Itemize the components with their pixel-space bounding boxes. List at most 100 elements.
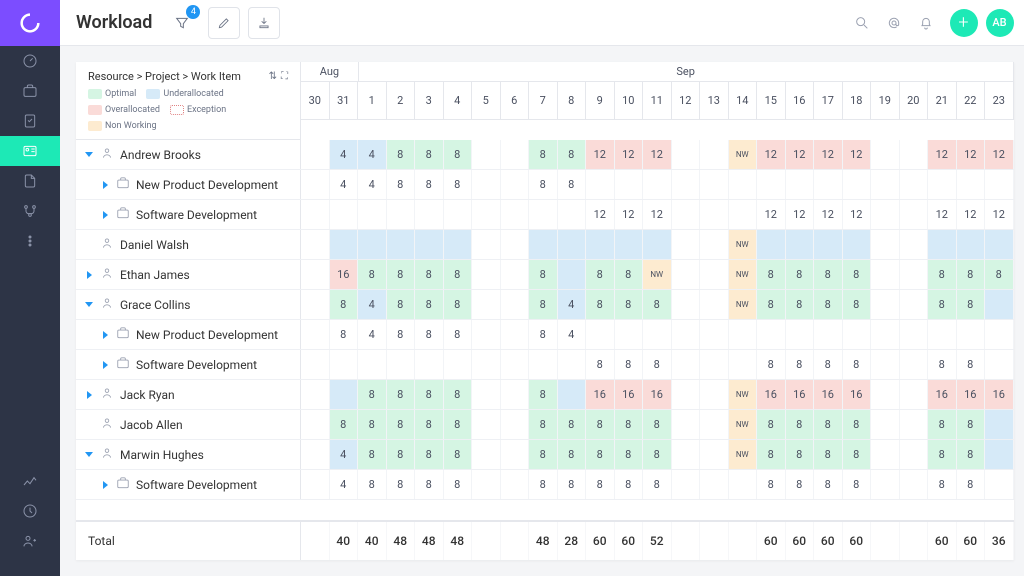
workload-cell[interactable]: 8 [814,290,843,319]
workload-cell[interactable]: 8 [643,410,672,439]
workload-cell[interactable] [786,170,815,199]
workload-cell[interactable] [957,170,986,199]
workload-cell[interactable]: 8 [786,260,815,289]
workload-cell[interactable]: 12 [586,140,615,169]
workload-cell[interactable]: 8 [786,440,815,469]
workload-cell[interactable] [472,260,501,289]
chevron-right-icon[interactable] [100,330,110,340]
chevron-down-icon[interactable] [84,450,94,460]
workload-cell[interactable]: 8 [415,380,444,409]
workload-cell[interactable] [501,350,530,379]
workload-cell[interactable]: 8 [558,470,587,499]
workload-cell[interactable]: 8 [586,410,615,439]
workload-cell[interactable] [558,350,587,379]
workload-cell[interactable]: 8 [529,140,558,169]
workload-cell[interactable] [985,290,1014,319]
workload-cell[interactable]: 8 [843,290,872,319]
workload-cell[interactable]: 8 [928,260,957,289]
row-label[interactable]: New Product Development [76,320,301,349]
chevron-right-icon[interactable] [84,270,94,280]
day-header[interactable]: 16 [786,82,815,120]
workload-cell[interactable] [501,320,530,349]
workload-cell[interactable]: 8 [643,470,672,499]
workload-cell[interactable] [700,230,729,259]
workload-cell[interactable]: 4 [330,440,359,469]
workload-cell[interactable]: 12 [757,140,786,169]
workload-cell[interactable]: 8 [985,260,1014,289]
workload-cell[interactable]: 8 [444,170,473,199]
logo[interactable] [0,0,60,46]
day-header[interactable]: 18 [843,82,872,120]
workload-cell[interactable] [871,440,900,469]
workload-cell[interactable] [672,350,701,379]
workload-cell[interactable] [700,320,729,349]
nav-reports[interactable] [0,466,60,496]
workload-cell[interactable]: 8 [330,320,359,349]
workload-cell[interactable] [729,470,758,499]
workload-cell[interactable] [729,320,758,349]
workload-cell[interactable]: 8 [444,320,473,349]
workload-cell[interactable] [900,440,929,469]
workload-cell[interactable] [301,140,330,169]
day-header[interactable]: 30 [301,82,330,120]
workload-cell[interactable] [558,230,587,259]
workload-cell[interactable] [472,350,501,379]
row-label[interactable]: Andrew Brooks [76,140,301,169]
workload-cell[interactable]: 8 [615,470,644,499]
workload-cell[interactable]: 8 [586,440,615,469]
workload-cell[interactable]: 8 [529,290,558,319]
workload-cell[interactable] [957,230,986,259]
workload-cell[interactable] [900,290,929,319]
workload-cell[interactable]: 8 [387,260,416,289]
workload-cell[interactable]: 16 [928,380,957,409]
day-header[interactable]: 9 [586,82,615,120]
day-header[interactable]: 17 [814,82,843,120]
workload-cell[interactable]: 12 [643,200,672,229]
workload-cell[interactable]: 8 [957,470,986,499]
workload-cell[interactable]: 8 [444,470,473,499]
workload-cell[interactable] [786,320,815,349]
workload-cell[interactable]: 8 [586,290,615,319]
workload-cell[interactable] [672,290,701,319]
nav-dashboard[interactable] [0,46,60,76]
workload-cell[interactable]: 8 [757,440,786,469]
workload-cell[interactable]: 8 [558,410,587,439]
workload-cell[interactable]: 8 [843,470,872,499]
day-header[interactable]: 8 [558,82,587,120]
workload-cell[interactable]: 8 [757,470,786,499]
workload-cell[interactable]: 8 [757,260,786,289]
workload-cell[interactable]: 12 [814,140,843,169]
workload-cell[interactable]: 12 [786,200,815,229]
workload-cell[interactable] [871,260,900,289]
add-button[interactable]: + [950,9,978,37]
notifications-button[interactable] [910,7,942,39]
workload-cell[interactable]: 8 [415,290,444,319]
workload-cell[interactable]: 16 [786,380,815,409]
workload-cell[interactable]: 8 [957,410,986,439]
workload-cell[interactable] [843,230,872,259]
workload-cell[interactable]: 8 [957,260,986,289]
workload-cell[interactable]: 8 [814,440,843,469]
workload-cell[interactable] [501,290,530,319]
workload-cell[interactable] [301,470,330,499]
workload-cell[interactable]: 8 [643,350,672,379]
search-button[interactable] [846,7,878,39]
workload-cell[interactable] [301,410,330,439]
workload-cell[interactable]: 12 [985,200,1014,229]
workload-cell[interactable] [700,170,729,199]
row-label[interactable]: Jacob Allen [76,410,301,439]
workload-cell[interactable]: 16 [843,380,872,409]
workload-cell[interactable] [672,170,701,199]
workload-cell[interactable] [700,410,729,439]
workload-cell[interactable]: 8 [387,140,416,169]
workload-cell[interactable]: NW [729,440,758,469]
row-label[interactable]: Jack Ryan [76,380,301,409]
workload-cell[interactable]: 8 [330,410,359,439]
workload-cell[interactable]: 8 [843,440,872,469]
workload-cell[interactable]: 4 [558,290,587,319]
workload-cell[interactable]: 12 [643,140,672,169]
workload-cell[interactable] [301,350,330,379]
workload-cell[interactable]: 8 [415,410,444,439]
workload-cell[interactable]: 12 [615,200,644,229]
workload-cell[interactable]: 8 [415,170,444,199]
